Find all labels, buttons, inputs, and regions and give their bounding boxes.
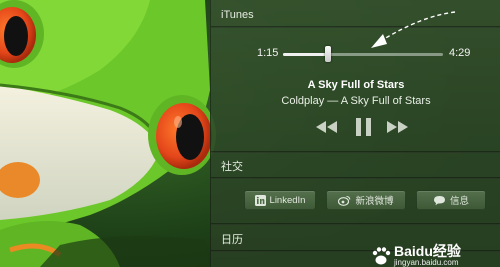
message-icon: [433, 195, 445, 205]
share-linkedin-button[interactable]: LinkedIn: [244, 190, 316, 210]
track-title: A Sky Full of Stars: [307, 79, 405, 91]
share-linkedin-label: LinkedIn: [269, 194, 306, 206]
pause-icon[interactable]: [351, 114, 377, 140]
share-weibo-button[interactable]: 新浪微博: [326, 190, 406, 210]
calendar-section-title: 日历: [221, 234, 243, 246]
calendar-divider-top: [211, 223, 500, 225]
progress-knob[interactable]: [324, 46, 331, 62]
social-divider: [211, 177, 500, 179]
social-section-title: 社交: [221, 161, 243, 173]
baidu-paw-icon: [372, 247, 391, 265]
watermark-url: jingyan.baidu.com: [394, 258, 459, 267]
progress-track[interactable]: [283, 53, 443, 56]
progress-fill: [283, 53, 328, 56]
dashed-arrow-annotation: [371, 11, 456, 48]
share-weibo-label: 新浪微博: [355, 196, 394, 207]
baidu-watermark: Baidu经验 jingyan.baidu.com: [370, 244, 461, 267]
track-artist-album: Coldplay — A Sky Full of Stars: [281, 95, 431, 107]
watermark-text: Baidu经验: [394, 243, 461, 259]
itunes-section-title: iTunes: [221, 9, 254, 21]
rewind-icon[interactable]: [313, 114, 339, 140]
total-duration: 4:29: [449, 47, 471, 59]
notification-center-panel: iTunes 1:15 4:29 A Sky Full of Stars Col…: [210, 0, 500, 267]
share-message-label: 信息: [449, 196, 469, 207]
weibo-icon: [338, 195, 351, 206]
share-message-button[interactable]: 信息: [416, 190, 486, 210]
elapsed-time: 1:15: [257, 47, 279, 59]
fast-forward-icon[interactable]: [385, 114, 411, 140]
linkedin-icon: [254, 194, 266, 206]
social-divider-top: [211, 151, 500, 153]
